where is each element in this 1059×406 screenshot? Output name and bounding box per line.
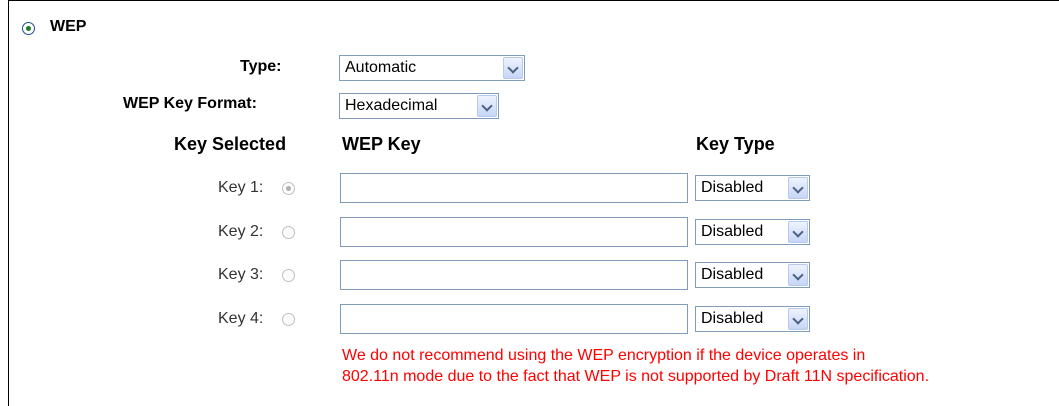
key-format-select[interactable]: Hexadecimal — [339, 93, 499, 119]
key-3-radio[interactable] — [282, 269, 295, 282]
chevron-down-icon[interactable] — [788, 221, 808, 243]
key-3-label: Key 3: — [218, 266, 264, 283]
type-select-value: Automatic — [345, 59, 417, 76]
key-3-type-select[interactable]: Disabled — [695, 262, 810, 288]
type-label: Type: — [240, 58, 282, 75]
key-4-type-select[interactable]: Disabled — [695, 306, 810, 332]
key-format-label: WEP Key Format: — [123, 95, 257, 112]
key-4-radio[interactable] — [282, 313, 295, 326]
key-1-type-select[interactable]: Disabled — [695, 175, 810, 201]
key-1-label: Key 1: — [218, 179, 264, 196]
wep-warning-line-2: 802.11n mode due to the fact that WEP is… — [342, 368, 930, 385]
chevron-down-icon[interactable] — [788, 308, 808, 330]
chevron-down-icon[interactable] — [788, 264, 808, 286]
key-4-type-value: Disabled — [701, 310, 764, 327]
key-1-input[interactable] — [340, 173, 688, 203]
key-1-type-value: Disabled — [701, 179, 764, 196]
wep-warning-line-1: We do not recommend using the WEP encryp… — [342, 347, 866, 364]
chevron-down-icon[interactable] — [788, 177, 808, 199]
column-header-key-selected: Key Selected — [174, 134, 287, 154]
key-1-radio[interactable] — [282, 182, 295, 195]
type-select[interactable]: Automatic — [339, 55, 525, 81]
wep-warning: We do not recommend using the WEP encryp… — [342, 345, 1052, 387]
key-2-label: Key 2: — [218, 223, 264, 240]
column-header-key-type: Key Type — [696, 134, 775, 154]
chevron-down-icon[interactable] — [503, 57, 523, 79]
wep-radio[interactable] — [22, 22, 35, 35]
key-2-input[interactable] — [340, 217, 688, 247]
key-format-select-value: Hexadecimal — [345, 97, 438, 114]
key-3-input[interactable] — [340, 260, 688, 290]
chevron-down-icon[interactable] — [477, 95, 497, 117]
key-3-type-value: Disabled — [701, 266, 764, 283]
key-4-input[interactable] — [340, 304, 688, 334]
key-2-type-value: Disabled — [701, 223, 764, 240]
column-header-wep-key: WEP Key — [342, 134, 421, 154]
wep-label: WEP — [50, 18, 87, 35]
key-2-radio[interactable] — [282, 226, 295, 239]
key-2-type-select[interactable]: Disabled — [695, 219, 810, 245]
key-4-label: Key 4: — [218, 310, 264, 327]
